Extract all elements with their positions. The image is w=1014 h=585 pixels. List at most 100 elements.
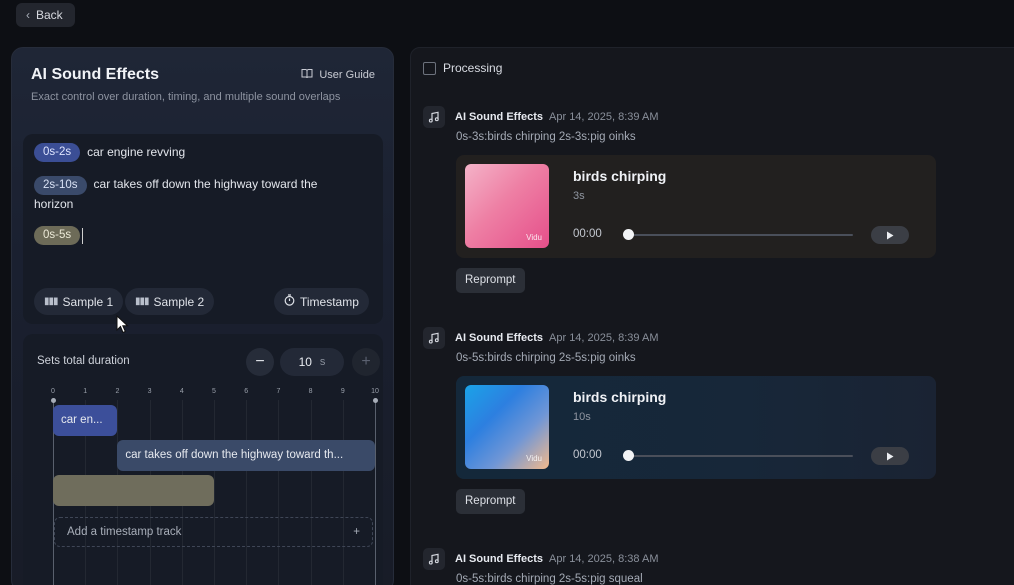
processing-filter: Processing bbox=[423, 61, 502, 75]
play-button[interactable] bbox=[871, 447, 909, 465]
top-bar: ‹ Back bbox=[0, 0, 1014, 36]
segment-range-chip[interactable]: 2s-10s bbox=[34, 176, 87, 195]
prompt-editor[interactable]: 0s-2s car engine revving 2s-10s car takes… bbox=[23, 134, 383, 324]
panel-description: Exact control over duration, timing, and… bbox=[31, 91, 341, 103]
user-guide-link[interactable]: User Guide bbox=[301, 68, 375, 82]
entry-prompt: 0s-5s:birds chirping 2s-5s:pig oinks bbox=[456, 352, 636, 364]
play-button[interactable] bbox=[871, 226, 909, 244]
timeline-track[interactable]: car en... bbox=[53, 405, 118, 436]
timestamp-label: Timestamp bbox=[300, 294, 359, 309]
timeline-track[interactable]: car takes off down the highway toward th… bbox=[117, 440, 375, 471]
playback-progress-handle[interactable] bbox=[623, 450, 634, 461]
chevron-left-icon: ‹ bbox=[26, 8, 30, 22]
tick-label: 4 bbox=[179, 388, 184, 395]
add-track-label: Add a timestamp track bbox=[67, 526, 182, 538]
mouse-cursor-icon bbox=[116, 315, 129, 334]
timeline-gridline bbox=[342, 400, 344, 585]
timeline-gridline bbox=[214, 400, 215, 585]
reprompt-button[interactable]: Reprompt bbox=[456, 268, 525, 293]
timeline-gridline bbox=[310, 400, 312, 585]
duration-unit: s bbox=[319, 356, 326, 368]
processing-label: Processing bbox=[443, 61, 503, 75]
reprompt-button[interactable]: Reprompt bbox=[456, 489, 525, 514]
playback-progress-handle[interactable] bbox=[623, 229, 634, 240]
back-button[interactable]: ‹ Back bbox=[16, 3, 75, 27]
tick-label: 10 bbox=[371, 388, 379, 395]
result-entry: AI Sound Effects Apr 14, 2025, 8:39 AM 0… bbox=[423, 327, 1013, 527]
play-icon bbox=[887, 452, 894, 460]
sound-effects-panel: AI Sound Effects User Guide Exact contro… bbox=[11, 47, 394, 585]
segment-row: 0s-5s bbox=[34, 226, 84, 245]
book-icon bbox=[301, 68, 313, 82]
vidu-watermark: Vidu bbox=[526, 454, 542, 463]
add-timestamp-track-button[interactable]: Add a timestamp track + bbox=[54, 517, 373, 547]
segment-row: 0s-2s car engine revving bbox=[34, 143, 185, 162]
music-note-icon bbox=[423, 106, 445, 128]
audio-result-card: Vidu birds chirping 3s 00:00 bbox=[456, 155, 936, 258]
play-icon bbox=[887, 231, 894, 239]
timestamp-button[interactable]: Timestamp bbox=[274, 288, 369, 315]
panel-title: AI Sound Effects bbox=[31, 66, 160, 83]
tick-label: 6 bbox=[244, 388, 249, 395]
segment-text: car engine revving bbox=[87, 145, 186, 159]
waveform-icon: ▮▮▮ bbox=[44, 296, 58, 307]
duration-section: Sets total duration − 10 s + 0 1 2 3 4 5 6 7 8 9 1… bbox=[23, 334, 383, 585]
entry-header: AI Sound Effects Apr 14, 2025, 8:39 AM bbox=[423, 327, 658, 349]
audio-duration: 3s bbox=[573, 190, 585, 202]
tick-label: 1 bbox=[83, 388, 88, 395]
entry-prompt: 0s-5s:birds chirping 2s-5s:pig squeal bbox=[456, 573, 643, 585]
results-panel: Processing AI Sound Effects Apr 14, 2025… bbox=[410, 47, 1014, 585]
tick-label: 5 bbox=[212, 388, 216, 395]
entry-title: AI Sound Effects bbox=[455, 332, 544, 344]
timeline-gridline bbox=[278, 400, 280, 585]
timeline-track[interactable] bbox=[53, 475, 214, 506]
playback-progress-track[interactable] bbox=[628, 234, 853, 236]
entry-header: AI Sound Effects Apr 14, 2025, 8:38 AM bbox=[423, 548, 658, 570]
processing-checkbox[interactable] bbox=[423, 61, 436, 75]
sample-1-button[interactable]: ▮▮▮ Sample 1 bbox=[34, 288, 124, 315]
entry-prompt: 0s-3s:birds chirping 2s-3s:pig oinks bbox=[456, 131, 636, 143]
playback-time: 00:00 bbox=[573, 449, 602, 461]
entry-title: AI Sound Effects bbox=[455, 553, 544, 565]
segment-range-chip[interactable]: 0s-5s bbox=[34, 226, 81, 245]
segment-row: 2s-10s car takes off down the highway tow… bbox=[34, 175, 344, 214]
tick-label: 9 bbox=[340, 388, 345, 395]
audio-duration: 10s bbox=[573, 411, 591, 423]
music-note-icon bbox=[423, 327, 445, 349]
sample-label: Sample 2 bbox=[153, 294, 205, 309]
segment-range-chip[interactable]: 0s-2s bbox=[34, 143, 81, 162]
tick-label: 7 bbox=[276, 388, 281, 395]
duration-input[interactable]: 10 s bbox=[280, 348, 344, 376]
entry-header: AI Sound Effects Apr 14, 2025, 8:39 AM bbox=[423, 106, 658, 128]
duration-value: 10 bbox=[298, 355, 312, 369]
tick-label: 3 bbox=[147, 388, 152, 395]
audio-name: birds chirping bbox=[573, 389, 667, 405]
music-note-icon bbox=[423, 548, 445, 570]
tick-label: 8 bbox=[308, 388, 313, 395]
result-entry: AI Sound Effects Apr 14, 2025, 8:39 AM 0… bbox=[423, 106, 1013, 306]
audio-result-card: Vidu birds chirping 10s 00:00 bbox=[456, 376, 936, 479]
decrease-duration-button[interactable]: − bbox=[246, 348, 274, 376]
entry-date: Apr 14, 2025, 8:39 AM bbox=[549, 332, 659, 344]
vidu-watermark: Vidu bbox=[526, 233, 542, 242]
entry-title: AI Sound Effects bbox=[455, 111, 544, 123]
playback-time: 00:00 bbox=[573, 228, 602, 240]
sample-2-button[interactable]: ▮▮▮ Sample 2 bbox=[125, 288, 215, 315]
user-guide-label: User Guide bbox=[319, 69, 375, 81]
stopwatch-icon bbox=[284, 294, 295, 309]
result-entry: AI Sound Effects Apr 14, 2025, 8:38 AM 0… bbox=[423, 548, 1013, 585]
playback-progress-track[interactable] bbox=[628, 455, 853, 457]
tick-label: 2 bbox=[115, 388, 120, 395]
duration-label: Sets total duration bbox=[37, 355, 130, 367]
audio-thumbnail: Vidu bbox=[465, 164, 549, 248]
tick-label: 0 bbox=[51, 388, 55, 395]
sample-label: Sample 1 bbox=[62, 294, 114, 309]
text-caret bbox=[82, 228, 84, 244]
audio-name: birds chirping bbox=[573, 168, 667, 184]
audio-thumbnail: Vidu bbox=[465, 385, 549, 469]
increase-duration-button[interactable]: + bbox=[352, 348, 380, 376]
timeline-boundary[interactable] bbox=[375, 400, 376, 585]
timeline-handle[interactable] bbox=[51, 398, 56, 403]
plus-icon: + bbox=[353, 526, 360, 538]
timeline-handle[interactable] bbox=[373, 398, 378, 403]
